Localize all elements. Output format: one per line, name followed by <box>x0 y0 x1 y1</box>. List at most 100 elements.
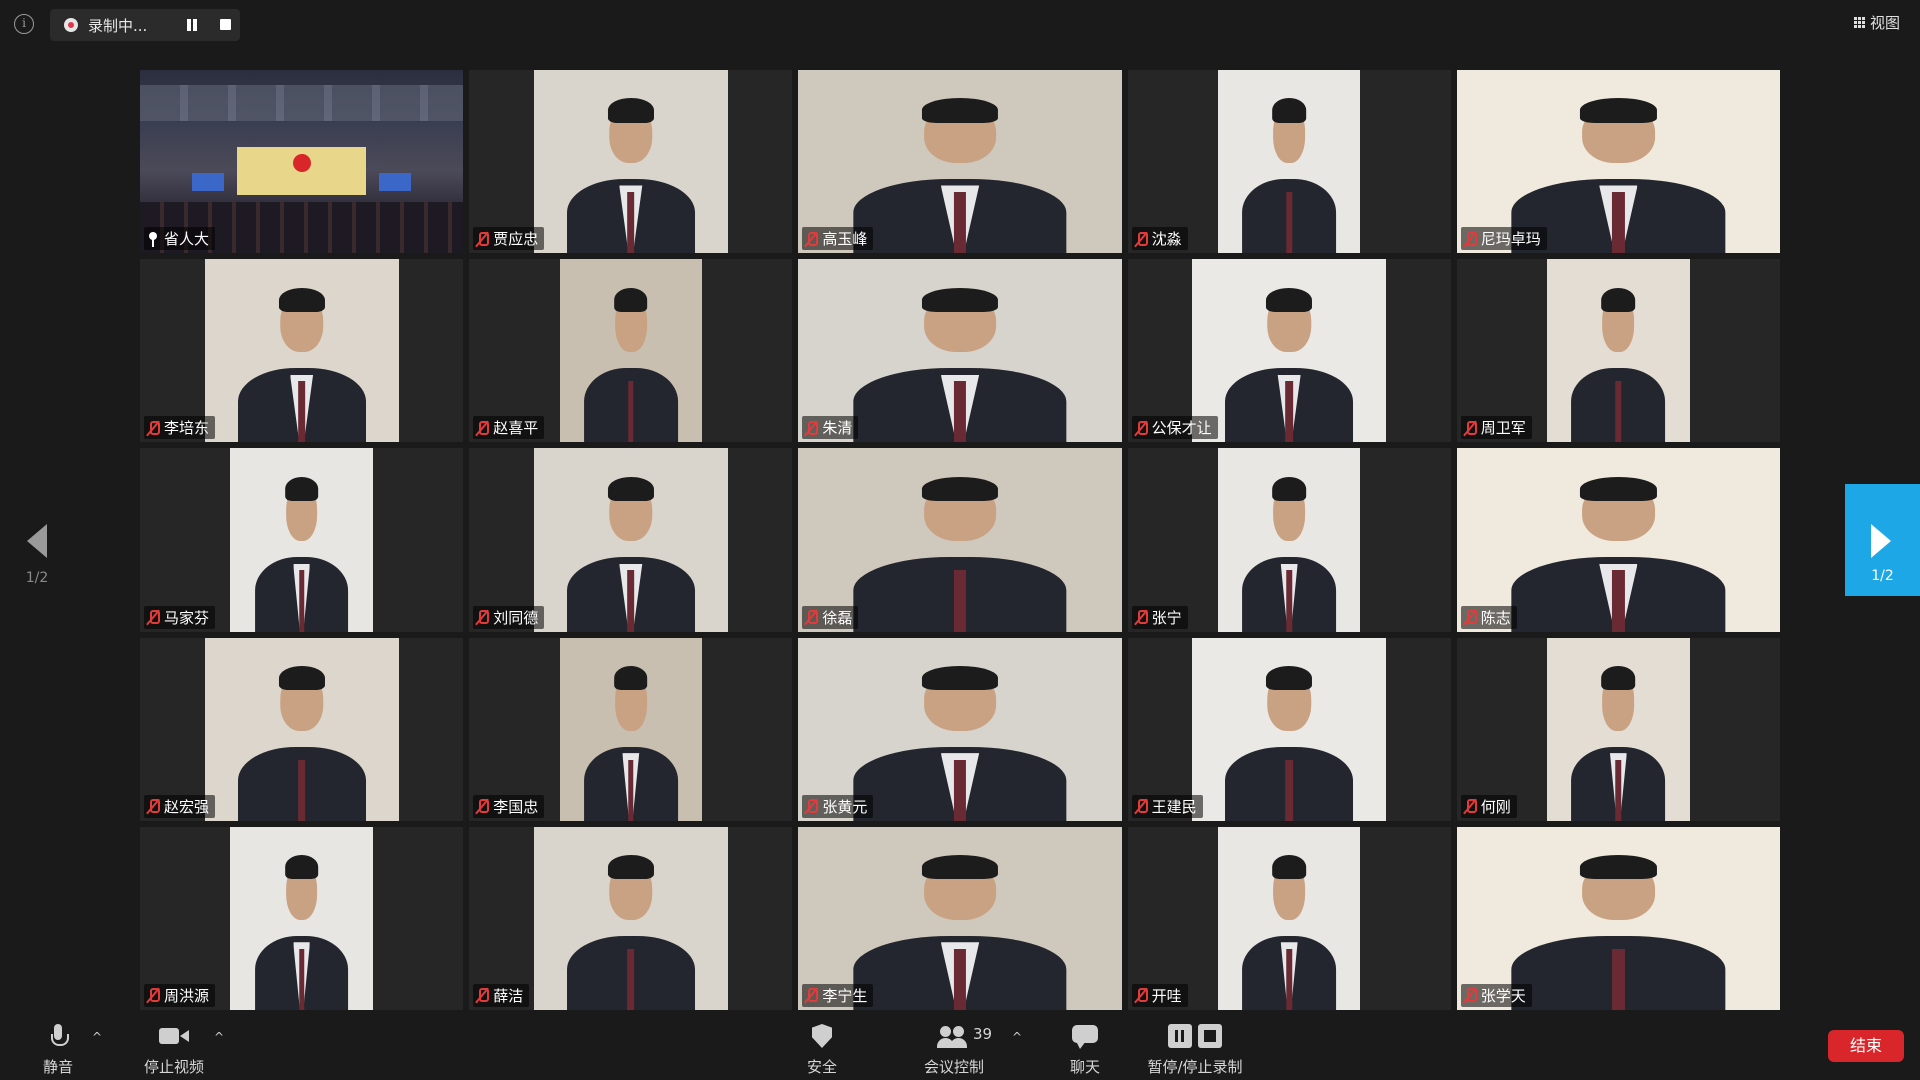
participant-tile[interactable]: 李国忠 <box>469 637 793 821</box>
muted-microphone-icon <box>1135 987 1148 1003</box>
participants-options-caret-icon[interactable]: ^ <box>1012 1030 1022 1044</box>
participant-tile[interactable]: 李宁生 <box>798 826 1122 1010</box>
participant-tile[interactable]: 省人大 <box>140 70 464 254</box>
participant-name-tag: 李宁生 <box>802 983 874 1007</box>
muted-microphone-icon <box>476 798 490 814</box>
participant-tile[interactable]: 薛洁 <box>469 826 793 1010</box>
mute-label: 静音 <box>42 1058 73 1076</box>
participant-avatar <box>583 660 678 821</box>
participant-name-tag: 薛洁 <box>473 983 530 1007</box>
participant-tile[interactable]: 沈淼 <box>1127 70 1451 254</box>
participant-tile[interactable]: 张黄元 <box>798 637 1122 821</box>
participant-name: 张黄元 <box>822 797 868 816</box>
video-options-caret-icon[interactable]: ^ <box>214 1030 224 1044</box>
participant-name: 省人大 <box>164 230 210 249</box>
participant-video <box>1218 448 1361 632</box>
muted-microphone-icon <box>476 987 490 1003</box>
participant-video <box>1218 826 1361 1010</box>
participant-name: 薛洁 <box>493 986 524 1005</box>
participant-name-tag: 刘同德 <box>473 605 545 629</box>
participant-avatar <box>853 470 1067 632</box>
participant-avatar <box>254 470 349 632</box>
participant-avatar <box>853 660 1067 821</box>
participant-tile[interactable]: 张宁 <box>1127 448 1451 632</box>
stop-recording-icon[interactable] <box>220 19 231 30</box>
mute-button[interactable]: 静音 <box>36 1022 80 1077</box>
participant-avatar <box>254 849 349 1010</box>
participant-tile[interactable]: 何刚 <box>1456 637 1780 821</box>
participant-tile[interactable]: 赵喜平 <box>469 259 793 443</box>
participant-name: 李国忠 <box>493 797 539 816</box>
participant-tile[interactable]: 周卫军 <box>1456 259 1780 443</box>
participant-tile[interactable]: 徐磊 <box>798 448 1122 632</box>
participant-video <box>1547 637 1690 821</box>
chat-button[interactable]: 聊天 <box>1066 1022 1104 1077</box>
page-indicator-right: 1/2 <box>1871 568 1894 584</box>
participant-video <box>1192 259 1387 443</box>
participant-avatar <box>853 849 1067 1010</box>
participant-name-tag: 张学天 <box>1460 983 1532 1007</box>
participant-avatar <box>853 92 1067 254</box>
end-meeting-button[interactable]: 结束 <box>1828 1030 1904 1062</box>
participant-avatar <box>1571 660 1666 821</box>
participant-video <box>533 826 728 1010</box>
participant-tile[interactable]: 陈志 <box>1456 448 1780 632</box>
participant-avatar <box>1242 849 1337 1010</box>
participant-tile[interactable]: 尼玛卓玛 <box>1456 70 1780 254</box>
muted-microphone-icon <box>1135 420 1148 436</box>
participant-name: 公保才让 <box>1151 419 1212 438</box>
participant-tile[interactable]: 周洪源 <box>140 826 464 1010</box>
participant-tile[interactable]: 开哇 <box>1127 826 1451 1010</box>
stop-video-label: 停止视频 <box>143 1058 204 1076</box>
stop-video-button[interactable]: 停止视频 <box>136 1022 212 1077</box>
participant-video <box>204 259 399 443</box>
participant-name: 马家芬 <box>164 608 210 627</box>
view-button[interactable]: 视图 <box>1853 12 1900 33</box>
participant-name-tag: 张黄元 <box>802 794 874 818</box>
participant-tile[interactable]: 高玉峰 <box>798 70 1122 254</box>
participant-video <box>798 637 1122 821</box>
muted-microphone-icon <box>147 798 160 814</box>
participant-video <box>798 259 1122 443</box>
participant-tile[interactable]: 公保才让 <box>1127 259 1451 443</box>
muted-microphone-icon <box>1464 231 1477 247</box>
participant-name-tag: 李培东 <box>144 416 216 440</box>
participant-name: 贾应忠 <box>493 230 539 249</box>
participant-tile[interactable]: 张学天 <box>1456 826 1780 1010</box>
participant-tile[interactable]: 赵宏强 <box>140 637 464 821</box>
participant-tile[interactable]: 王建民 <box>1127 637 1451 821</box>
participant-video <box>1456 70 1780 254</box>
next-page-button[interactable]: 1/2 <box>1845 484 1920 596</box>
participant-tile[interactable]: 贾应忠 <box>469 70 793 254</box>
participant-name: 朱清 <box>822 419 853 438</box>
pin-icon <box>147 231 159 247</box>
participant-name-tag: 赵宏强 <box>144 794 216 818</box>
muted-microphone-icon <box>1464 987 1477 1003</box>
participant-name: 王建民 <box>1151 797 1197 816</box>
video-grid: 省人大 贾应忠 高玉峰 沈淼 尼玛卓玛李培东 赵喜平 朱清 公保才让 周卫军马家芬 刘同德 徐磊 张宁… <box>140 70 1780 1010</box>
conference-hall-video <box>140 70 464 254</box>
security-button[interactable]: 安全 <box>800 1022 844 1077</box>
participant-avatar <box>237 660 366 821</box>
participant-name-tag: 朱清 <box>802 416 859 440</box>
muted-microphone-icon <box>805 987 819 1003</box>
participant-avatar <box>1225 281 1354 443</box>
audio-options-caret-icon[interactable]: ^ <box>92 1030 102 1044</box>
previous-page-button[interactable]: 1/2 <box>0 484 74 596</box>
chat-icon <box>1071 1022 1099 1052</box>
participant-video <box>559 259 702 443</box>
muted-microphone-icon <box>805 609 819 625</box>
info-icon[interactable]: i <box>14 14 34 34</box>
participant-avatar <box>1511 849 1726 1010</box>
participant-tile[interactable]: 朱清 <box>798 259 1122 443</box>
participant-tile[interactable]: 马家芬 <box>140 448 464 632</box>
muted-microphone-icon <box>1464 420 1477 436</box>
participant-tile[interactable]: 刘同德 <box>469 448 793 632</box>
record-label: 暂停/停止录制 <box>1147 1058 1243 1076</box>
page-indicator-left: 1/2 <box>25 570 49 586</box>
participant-name-tag: 马家芬 <box>144 605 216 629</box>
participant-tile[interactable]: 李培东 <box>140 259 464 443</box>
participant-avatar <box>853 281 1067 443</box>
pause-stop-recording-button[interactable]: 暂停/停止录制 <box>1140 1022 1250 1077</box>
pause-recording-icon[interactable] <box>186 19 198 31</box>
